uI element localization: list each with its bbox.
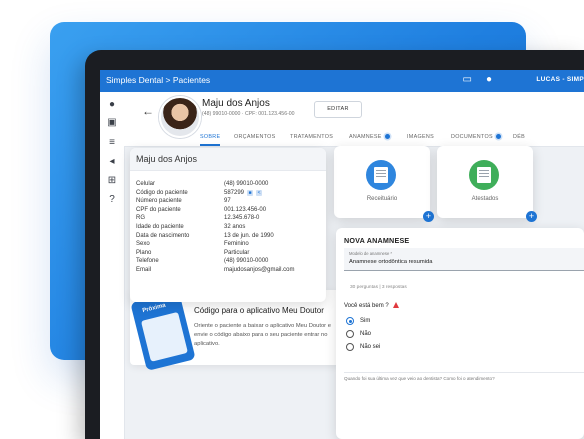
- help-icon[interactable]: ?: [105, 193, 119, 207]
- app-code-description: Oriente o paciente a baixar o aplicativo…: [194, 323, 331, 347]
- tab-imagens[interactable]: IMAGENS: [407, 128, 434, 146]
- receituario-tile[interactable]: Receituário +: [334, 146, 434, 222]
- add-atestado-button[interactable]: +: [526, 211, 537, 222]
- share-icon[interactable]: <: [256, 189, 263, 196]
- question-label: Você está bem ?: [344, 302, 399, 309]
- prescription-icon: [366, 160, 396, 190]
- patient-header: ← Maju dos Anjos (48) 99010-0000 · CPF: …: [124, 92, 584, 147]
- sidebar: ● ▣ ≡ ◂ ⊞ ?: [100, 92, 125, 439]
- edit-button[interactable]: EDITAR: [314, 101, 362, 118]
- tab-documentos-label: DOCUMENTOS: [451, 134, 493, 140]
- person-icon[interactable]: ●: [105, 98, 119, 112]
- cart-icon[interactable]: ⊞: [105, 174, 119, 188]
- phone-illustration: Próxima: [130, 290, 196, 372]
- megaphone-icon[interactable]: ◂: [105, 155, 119, 169]
- indicator-dot-icon: [384, 134, 390, 140]
- anamnese-title: NOVA ANAMNESE: [344, 236, 410, 245]
- bell-icon[interactable]: ●: [486, 74, 492, 85]
- patient-name: Maju dos Anjos: [202, 98, 270, 109]
- tab-documentos[interactable]: DOCUMENTOS: [451, 128, 501, 146]
- copy-icon[interactable]: ■: [247, 189, 254, 196]
- patient-subtitle: (48) 99010-0000 · CPF: 001.123.456-00: [202, 111, 295, 117]
- app-code-title: Código para o aplicativo Meu Doutor: [194, 306, 324, 315]
- tab-anamnese-label: ANAMNESE: [349, 134, 382, 140]
- finance-icon[interactable]: ≡: [105, 136, 119, 150]
- anamnese-card: NOVA ANAMNESE Modelo de anamnese * Anamn…: [336, 228, 584, 439]
- select-value: Anamnese ortodôntica resumida: [349, 259, 433, 265]
- breadcrumb[interactable]: Simples Dental > Pacientes: [106, 75, 210, 85]
- back-arrow-icon[interactable]: ←: [142, 104, 154, 118]
- user-menu[interactable]: LUCAS - SIMP: [536, 76, 584, 83]
- add-receituario-button[interactable]: +: [423, 211, 434, 222]
- avatar: [159, 96, 201, 138]
- phone-text: Próxima: [141, 302, 167, 315]
- tab-sobre[interactable]: SOBRE: [200, 128, 221, 146]
- atestados-tile[interactable]: Atestados +: [437, 146, 537, 222]
- tile-label: Atestados: [471, 196, 499, 202]
- question-2-field[interactable]: Quando foi sua última vez que veio ao de…: [344, 372, 584, 381]
- select-label: Modelo de anamnese *: [349, 251, 393, 256]
- tile-label: Receituário: [366, 196, 398, 202]
- tab-orcamentos[interactable]: ORÇAMENTOS: [234, 128, 276, 146]
- certificate-icon: [469, 160, 499, 190]
- warning-icon: [392, 302, 399, 308]
- tab-debitos[interactable]: DÉB: [513, 128, 525, 146]
- info-card-title: Maju dos Anjos: [130, 148, 326, 171]
- top-bar: Simples Dental > Pacientes ▭ ● LUCAS - S…: [100, 70, 584, 92]
- anamnese-model-select[interactable]: Modelo de anamnese * Anamnese ortodôntic…: [344, 248, 584, 271]
- calendar-icon[interactable]: ▣: [105, 116, 119, 130]
- patient-info-card: Maju dos Anjos Celular (48) 99010-0000 Có…: [130, 148, 326, 302]
- tab-anamnese[interactable]: ANAMNESE: [349, 128, 390, 146]
- anamnese-meta: 30 perguntas | 3 respostas: [350, 285, 407, 290]
- tab-tratamentos[interactable]: TRATAMENTOS: [290, 128, 333, 146]
- monitor-icon[interactable]: ▭: [463, 74, 472, 85]
- indicator-dot-icon: [495, 134, 501, 140]
